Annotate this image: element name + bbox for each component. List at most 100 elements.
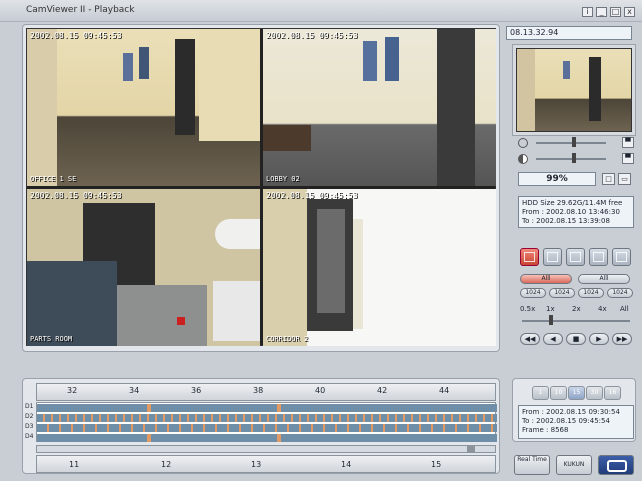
timeline-ruler-hours[interactable]: 11 12 13 14 15: [36, 455, 496, 473]
kukun-button[interactable]: KUKUN: [556, 455, 592, 475]
tick-label: 32: [67, 386, 78, 395]
camera-image: [27, 29, 260, 186]
fit-button[interactable]: □: [602, 173, 615, 185]
tick-label: 40: [315, 386, 326, 395]
speed-label: 1x: [546, 305, 555, 313]
camera-label: PARTS ROOM: [30, 335, 73, 343]
resolution-button-2[interactable]: 1024: [549, 288, 575, 298]
video-grid: 2002.08.15 09:45:53 OFFICE 1 SE 2002.08.…: [26, 28, 496, 346]
interval-button-10[interactable]: 10: [550, 386, 567, 400]
close-button[interactable]: x: [624, 7, 635, 17]
split-16-button[interactable]: [589, 248, 608, 266]
play-button[interactable]: ▶: [589, 333, 609, 345]
maximize-button[interactable]: □: [610, 7, 621, 17]
range-from: From : 2002.08.15 09:30:54: [522, 408, 620, 416]
stop-button[interactable]: ■: [566, 333, 586, 345]
contrast-control: ▀: [518, 152, 634, 166]
title-bar: CamViewer II - Playback i _ □ x: [0, 0, 642, 22]
brightness-control: ▀: [518, 136, 634, 150]
timeline-ruler-minutes[interactable]: 32 34 36 38 40 42 44: [36, 383, 496, 401]
mode-right-button[interactable]: Alll: [578, 274, 630, 284]
camera-view-3[interactable]: 2002.08.15 09:45:53 PARTS ROOM: [27, 189, 260, 346]
track-label: D3: [25, 423, 34, 430]
split-9-button[interactable]: [566, 248, 585, 266]
clock-display: 08.13.32.94: [506, 26, 632, 40]
tick-label: 11: [69, 460, 80, 469]
contrast-reset-button[interactable]: ▀: [622, 153, 634, 164]
resolution-button-1[interactable]: 1024: [520, 288, 546, 298]
speed-slider[interactable]: [522, 320, 630, 322]
timeline-track-3[interactable]: [37, 424, 497, 432]
split-1-button[interactable]: [520, 248, 539, 266]
network-button[interactable]: [598, 455, 634, 475]
brightness-reset-button[interactable]: ▀: [622, 137, 634, 148]
reverse-play-button[interactable]: ◀: [543, 333, 563, 345]
interval-button-1[interactable]: 1: [532, 386, 549, 400]
realtime-label: Real Time: [517, 456, 547, 463]
info-button[interactable]: i: [582, 7, 593, 17]
hdd-to: To : 2002.08.15 13:39:08: [522, 217, 610, 225]
minimize-button[interactable]: _: [596, 7, 607, 17]
tick-label: 13: [251, 460, 262, 469]
zoom-display: 99%: [518, 172, 596, 186]
camera-timestamp: 2002.08.15 09:45:53: [30, 31, 122, 40]
tick-label: 14: [341, 460, 352, 469]
interval-button-15[interactable]: 15: [568, 386, 585, 400]
contrast-thumb[interactable]: [572, 153, 576, 163]
track-label: D4: [25, 433, 34, 440]
speed-label: 4x: [598, 305, 607, 313]
brightness-thumb[interactable]: [572, 137, 576, 147]
rewind-button[interactable]: ◀◀: [520, 333, 540, 345]
split-custom-button[interactable]: [612, 248, 631, 266]
camera-label: CORRIDOR 2: [266, 335, 309, 343]
camera-view-4[interactable]: 2002.08.15 09:45:53 CORRIDOR 2: [263, 189, 496, 346]
hdd-from: From : 2002.08.10 13:46:30: [522, 208, 620, 216]
range-frame: Frame : 8568: [522, 426, 569, 434]
brightness-icon: [518, 138, 528, 148]
track-label: D2: [25, 413, 34, 420]
timeline-track-1[interactable]: [37, 404, 497, 412]
realtime-button[interactable]: Real Time: [514, 455, 550, 475]
tick-label: 15: [431, 460, 442, 469]
tick-label: 38: [253, 386, 264, 395]
speed-labels: 0.5x 1x 2x 4x All: [518, 305, 636, 315]
camera-label: LOBBY 02: [266, 175, 300, 183]
tick-label: 34: [129, 386, 140, 395]
tick-label: 12: [161, 460, 172, 469]
contrast-slider[interactable]: [536, 158, 606, 160]
fullscreen-button[interactable]: ▭: [618, 173, 631, 185]
preview-image[interactable]: [516, 48, 632, 132]
camera-timestamp: 2002.08.15 09:45:53: [30, 191, 122, 200]
timeline-track-4[interactable]: [37, 434, 497, 442]
speed-label: All: [620, 305, 629, 313]
interval-button-16[interactable]: 16: [604, 386, 621, 400]
speed-thumb[interactable]: [549, 315, 553, 325]
speed-label: 0.5x: [520, 305, 536, 313]
timeline-tracks[interactable]: [36, 402, 497, 442]
hdd-size: HDD Size 29.62G/11.4M free: [522, 199, 623, 207]
tick-label: 44: [439, 386, 450, 395]
range-info: From : 2002.08.15 09:30:54 To : 2002.08.…: [518, 405, 634, 439]
camera-view-2[interactable]: 2002.08.15 09:45:53 LOBBY 02: [263, 29, 496, 186]
camera-image: [27, 189, 260, 346]
track-label: D1: [25, 403, 34, 410]
camera-timestamp: 2002.08.15 09:45:53: [266, 191, 358, 200]
tick-label: 42: [377, 386, 388, 395]
brightness-slider[interactable]: [536, 142, 606, 144]
network-icon: [607, 460, 627, 472]
interval-button-30[interactable]: 30: [586, 386, 603, 400]
timeline-scrollbar[interactable]: [36, 445, 496, 453]
camera-image: [263, 189, 496, 346]
camera-view-1[interactable]: 2002.08.15 09:45:53 OFFICE 1 SE: [27, 29, 260, 186]
contrast-icon: [518, 154, 528, 164]
hdd-info: HDD Size 29.62G/11.4M free From : 2002.0…: [518, 196, 634, 228]
camera-timestamp: 2002.08.15 09:45:53: [266, 31, 358, 40]
split-4-button[interactable]: [543, 248, 562, 266]
resolution-button-3[interactable]: 1024: [578, 288, 604, 298]
fast-forward-button[interactable]: ▶▶: [612, 333, 632, 345]
range-to: To : 2002.08.15 09:45:54: [522, 417, 610, 425]
camera-label: OFFICE 1 SE: [30, 175, 77, 183]
mode-left-button[interactable]: Alll: [520, 274, 572, 284]
resolution-button-4[interactable]: 1024: [607, 288, 633, 298]
timeline-track-2[interactable]: [37, 414, 497, 422]
